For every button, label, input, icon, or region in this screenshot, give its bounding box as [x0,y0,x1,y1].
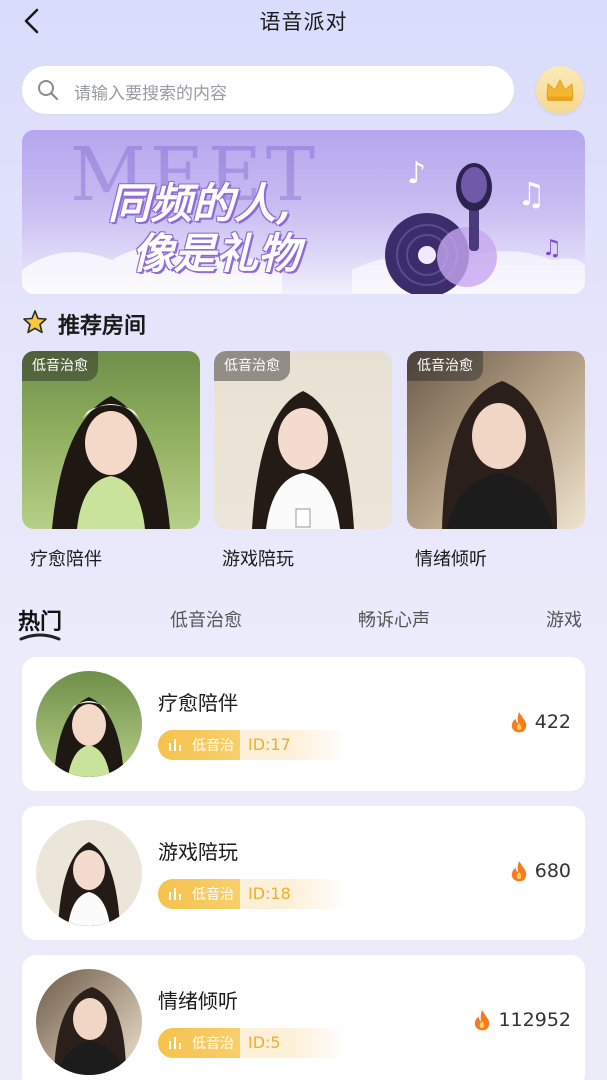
room-info-bar: 低音治 ID:18 [158,879,348,909]
room-id: ID:17 [248,735,291,754]
room-info-bar: 低音治 ID:17 [158,730,348,760]
room-category-tag: 低音治 [158,1028,240,1058]
room-cover-image: 低音治愈 [214,351,392,529]
room-name: 游戏陪玩 [222,549,294,570]
room-tag-label: 低音治 [192,738,234,754]
room-cover-image: 低音治愈 [22,351,200,529]
room-name: 疗愈陪伴 [158,691,238,715]
room-id: ID:5 [248,1033,281,1052]
room-heat: 422 [509,711,571,739]
room-avatar [36,969,142,1075]
room-list-item[interactable]: 游戏陪玩 低音治 ID:18 680 [22,806,585,940]
room-list-item[interactable]: 疗愈陪伴 低音治 ID:17 422 [22,657,585,791]
tab-confide[interactable]: 畅诉心声 [358,606,430,632]
tab-game[interactable]: 游戏 [546,606,582,632]
room-id: ID:18 [248,884,291,903]
search-input[interactable]: 请输入要搜索的内容 [22,66,514,114]
room-list-item[interactable]: 情绪倾听 低音治 ID:5 112952 [22,955,585,1080]
room-category-tag: 低音治 [158,730,240,760]
page-title: 语音派对 [259,10,348,34]
room-info-bar: 低音治 ID:5 [158,1028,348,1058]
heat-value: 680 [534,860,571,882]
room-name: 情绪倾听 [415,549,487,570]
room-category-tag: 低音治愈 [214,351,290,381]
fire-icon [511,712,527,733]
svg-text:♫: ♫ [517,175,546,213]
top-bar: 语音派对 [0,0,607,44]
room-cover-image: 低音治愈 [407,351,585,529]
room-category-tag: 低音治愈 [407,351,483,381]
category-tabs: 热门 低音治愈 畅诉心声 游戏 [0,600,607,644]
search-placeholder: 请输入要搜索的内容 [74,84,227,104]
room-tag-label: 低音治 [192,1036,234,1052]
room-name: 游戏陪玩 [158,840,238,864]
banner-headline-2: 像是礼物 [132,229,301,278]
promo-banner[interactable]: MEET 同频的人, 像是礼物 ♪ ♫ ♫ [22,130,585,294]
room-tag-label: 低音治 [192,887,234,903]
fire-icon [475,1010,490,1031]
tab-low-voice[interactable]: 低音治愈 [170,606,242,632]
svg-text:♪: ♪ [407,156,426,191]
room-name: 疗愈陪伴 [30,549,102,570]
room-avatar [36,671,142,777]
audio-bars-icon [169,1037,181,1049]
room-category-tag: 低音治 [158,879,240,909]
fire-icon [511,861,527,882]
room-heat: 680 [509,860,571,888]
star-icon [23,310,47,334]
tab-active-indicator [19,633,61,641]
heat-value: 422 [534,711,571,733]
audio-bars-icon [169,739,181,751]
crown-icon [546,78,574,101]
crown-button[interactable] [536,66,584,114]
room-category-tag: 低音治愈 [22,351,98,381]
section-title: 推荐房间 [58,314,147,339]
heat-value: 112952 [498,1009,571,1031]
room-avatar [36,820,142,926]
search-icon [38,80,59,101]
microphone-record-icon: ♪ ♫ ♫ [385,156,562,294]
svg-text:♫: ♫ [542,236,562,261]
room-name: 情绪倾听 [158,989,238,1013]
audio-bars-icon [169,888,181,900]
room-heat: 112952 [472,1009,571,1037]
